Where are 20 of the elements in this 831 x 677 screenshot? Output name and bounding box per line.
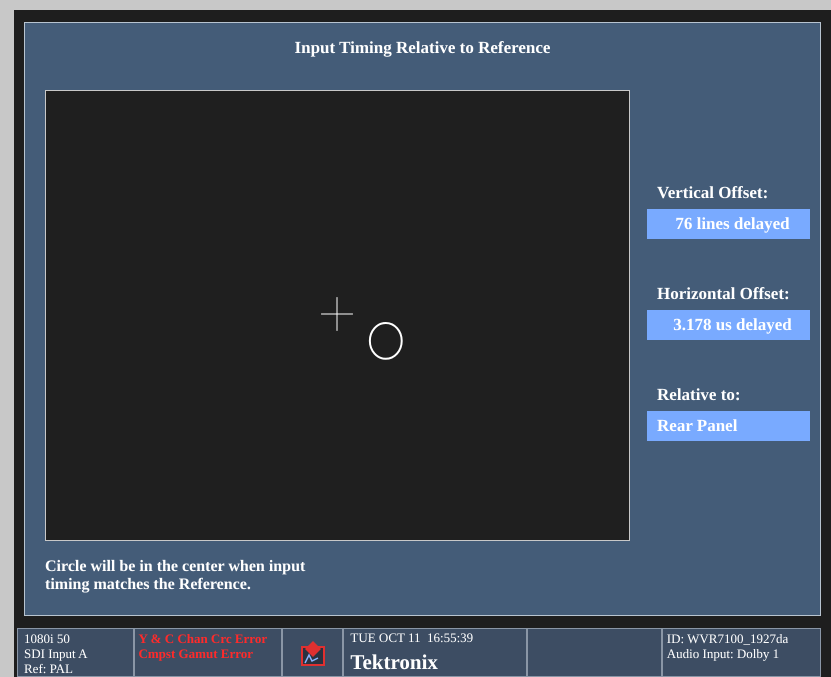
error-text: Y & C Chan Crc Error — [138, 631, 268, 646]
date-time: TUE OCT 11 16:55:39 — [350, 630, 474, 645]
circle-icon — [368, 322, 403, 360]
readout-label: Horizontal Offset: — [657, 283, 791, 305]
readout-label: Vertical Offset: — [657, 182, 770, 204]
crosshair-icon — [320, 296, 354, 332]
format-text: SDI Input A — [24, 646, 89, 661]
readout-label: Relative to: — [657, 384, 742, 406]
error-text: Cmpst Gamut Error — [138, 646, 254, 661]
readout-value: 76 lines delayed — [647, 209, 810, 239]
format-text: Ref: PAL — [24, 661, 74, 676]
brand-logo: Tektronix — [350, 649, 439, 676]
instruction-text: Circle will be in the center when input timing matches the Reference. — [45, 558, 306, 594]
readout-value: Rear Panel — [647, 411, 810, 441]
info-text: ID: WVR7100_1927da — [666, 631, 790, 646]
readout-value: 3.178 us delayed — [647, 310, 810, 340]
info-text: Audio Input: Dolby 1 — [666, 646, 780, 661]
format-text: 1080i 50 — [24, 631, 71, 646]
panel-title: Input Timing Relative to Reference — [294, 37, 552, 59]
alarm-icon — [300, 638, 326, 666]
